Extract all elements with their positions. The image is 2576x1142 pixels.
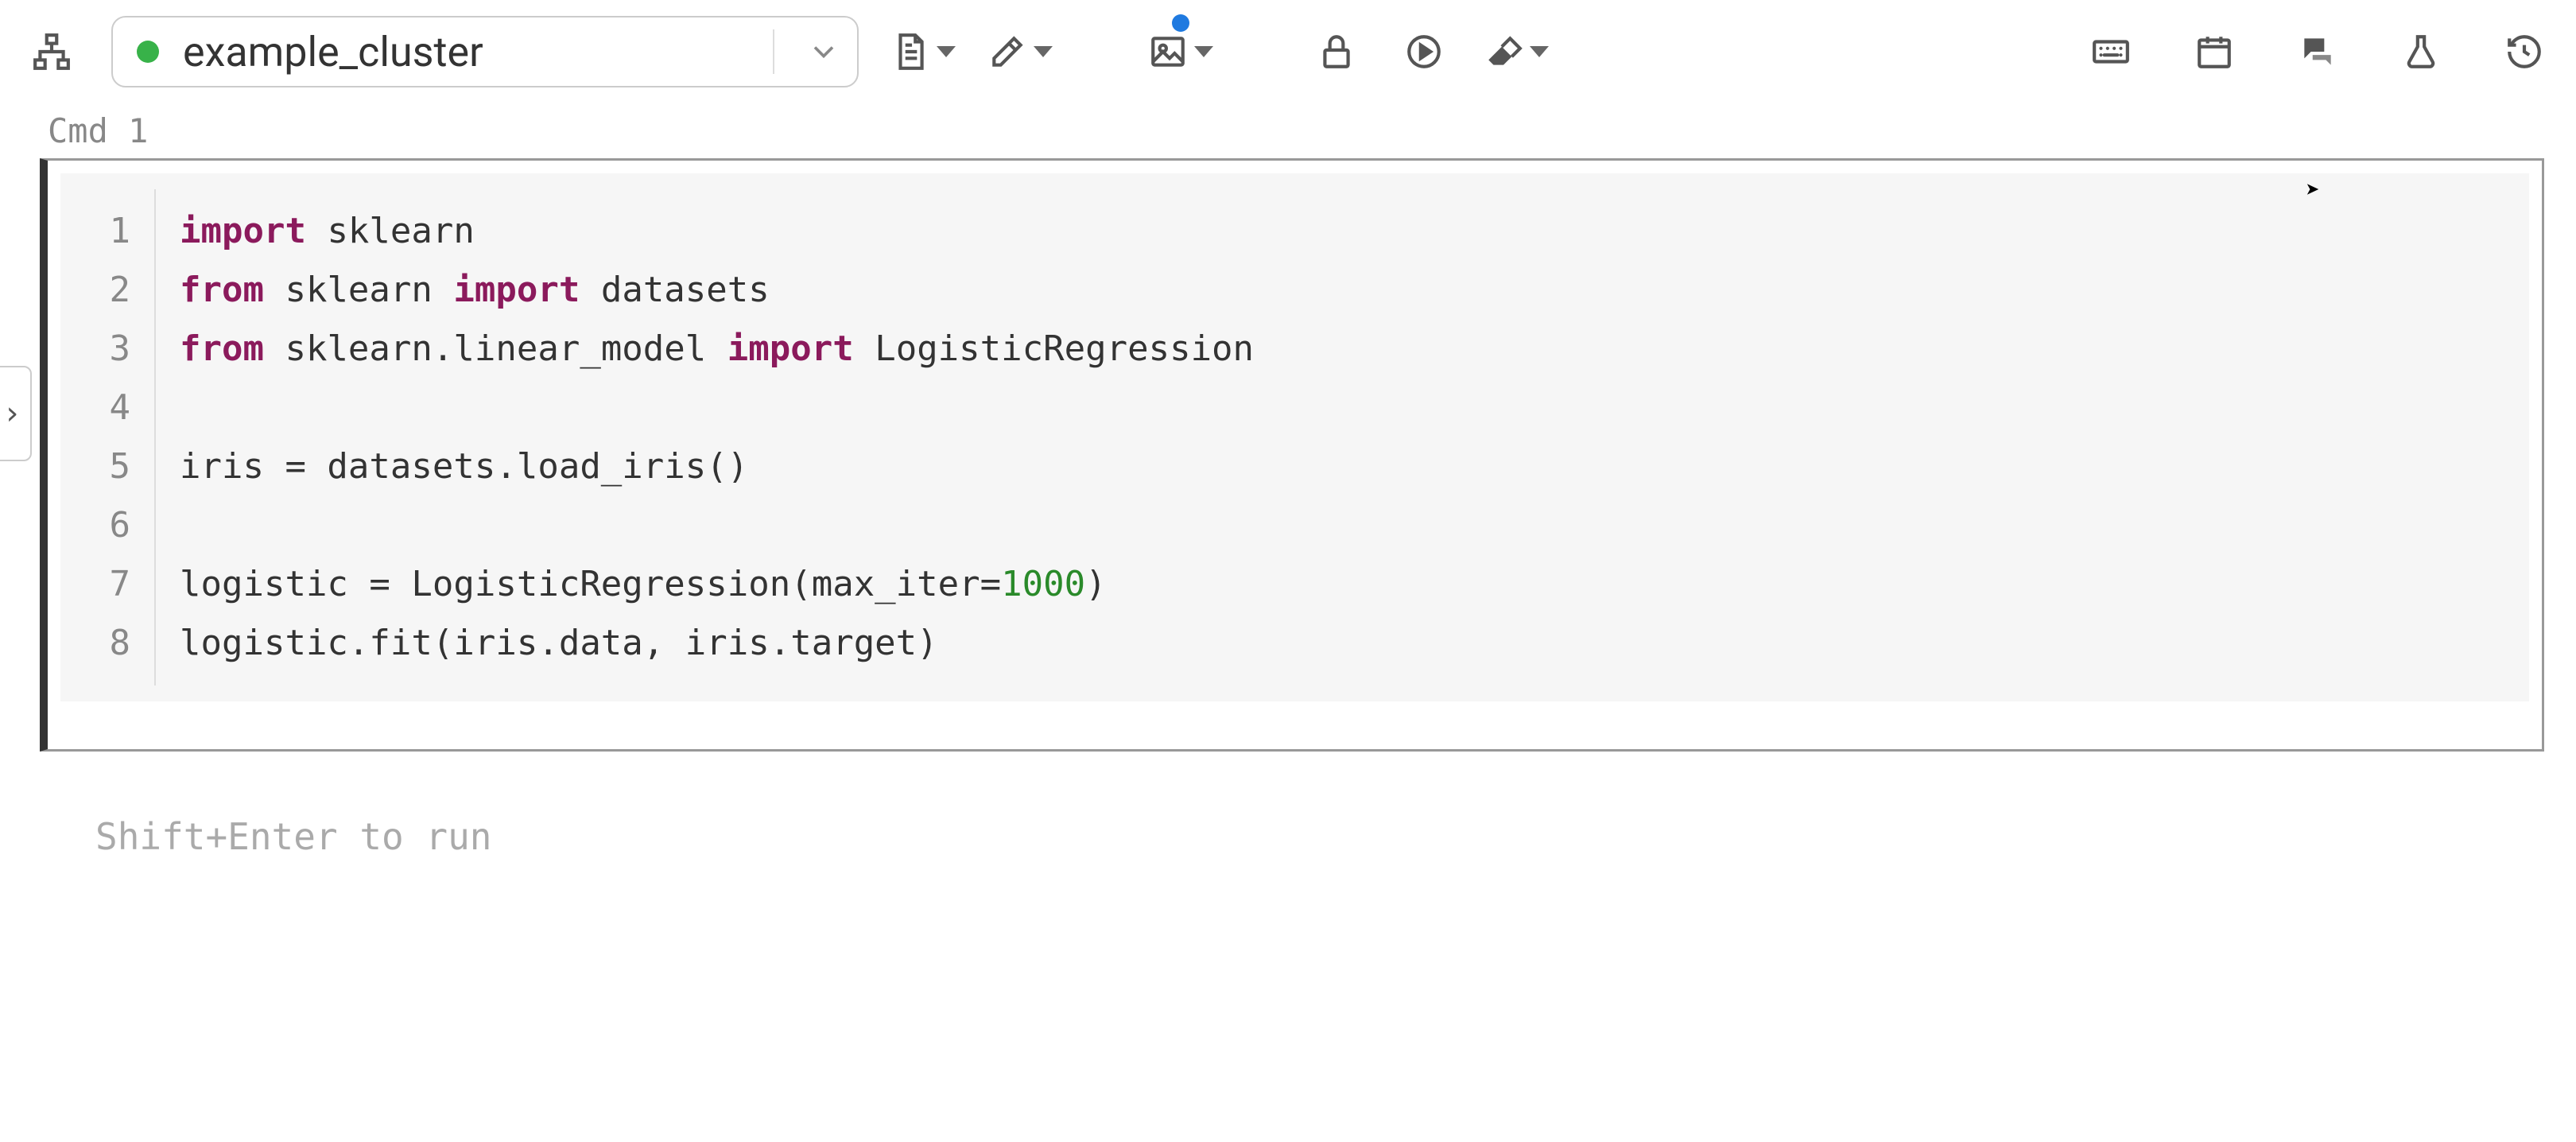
clear-menu-button[interactable]: [1484, 24, 1549, 80]
play-circle-icon: [1404, 32, 1444, 72]
cell-label: Cmd 1: [32, 103, 2544, 158]
eraser-icon: [1484, 32, 1523, 72]
cluster-name: example_cluster: [183, 28, 741, 76]
image-icon: [1148, 32, 1188, 72]
notebook-cells-area: Cmd 1 ✕ 12345678 import sklearnfrom skle…: [0, 103, 2576, 858]
hierarchy-icon[interactable]: [24, 24, 80, 80]
history-button[interactable]: [2496, 24, 2552, 80]
caret-down-icon: [1530, 46, 1549, 57]
notebook-toolbar: example_cluster: [0, 0, 2576, 103]
code-cell[interactable]: ✕ 12345678 import sklearnfrom sklearn im…: [40, 158, 2544, 752]
sidebar-expand-handle[interactable]: ›: [0, 366, 32, 461]
history-icon: [2504, 32, 2544, 72]
cluster-selector[interactable]: example_cluster: [111, 16, 859, 87]
schedule-icon: [2194, 32, 2234, 72]
comments-button[interactable]: [2290, 24, 2345, 80]
lock-icon: [1317, 32, 1356, 72]
schedule-button[interactable]: [2186, 24, 2242, 80]
notification-dot: [1172, 14, 1189, 32]
caret-down-icon: [1194, 46, 1213, 57]
run-all-button[interactable]: [1396, 24, 1452, 80]
file-menu-button[interactable]: [890, 24, 956, 80]
run-hint: Shift+Enter to run: [32, 752, 2544, 858]
caret-down-icon: [1034, 46, 1053, 57]
keyboard-shortcuts-button[interactable]: [2083, 24, 2139, 80]
edit-menu-button[interactable]: [987, 24, 1053, 80]
edit-icon: [987, 32, 1027, 72]
comments-icon: [2298, 32, 2337, 72]
chevron-down-icon[interactable]: [806, 34, 841, 69]
cluster-status-dot: [137, 41, 159, 63]
permissions-button[interactable]: [1309, 24, 1364, 80]
experiment-button[interactable]: [2393, 24, 2449, 80]
image-menu-button[interactable]: [1148, 24, 1213, 80]
code-content[interactable]: import sklearnfrom sklearn import datase…: [156, 189, 1278, 686]
experiment-icon: [2401, 32, 2441, 72]
keyboard-icon: [2091, 32, 2131, 72]
line-number-gutter: 12345678: [60, 189, 156, 686]
caret-down-icon: [937, 46, 956, 57]
document-icon: [890, 32, 930, 72]
code-editor[interactable]: 12345678 import sklearnfrom sklearn impo…: [60, 173, 2529, 701]
